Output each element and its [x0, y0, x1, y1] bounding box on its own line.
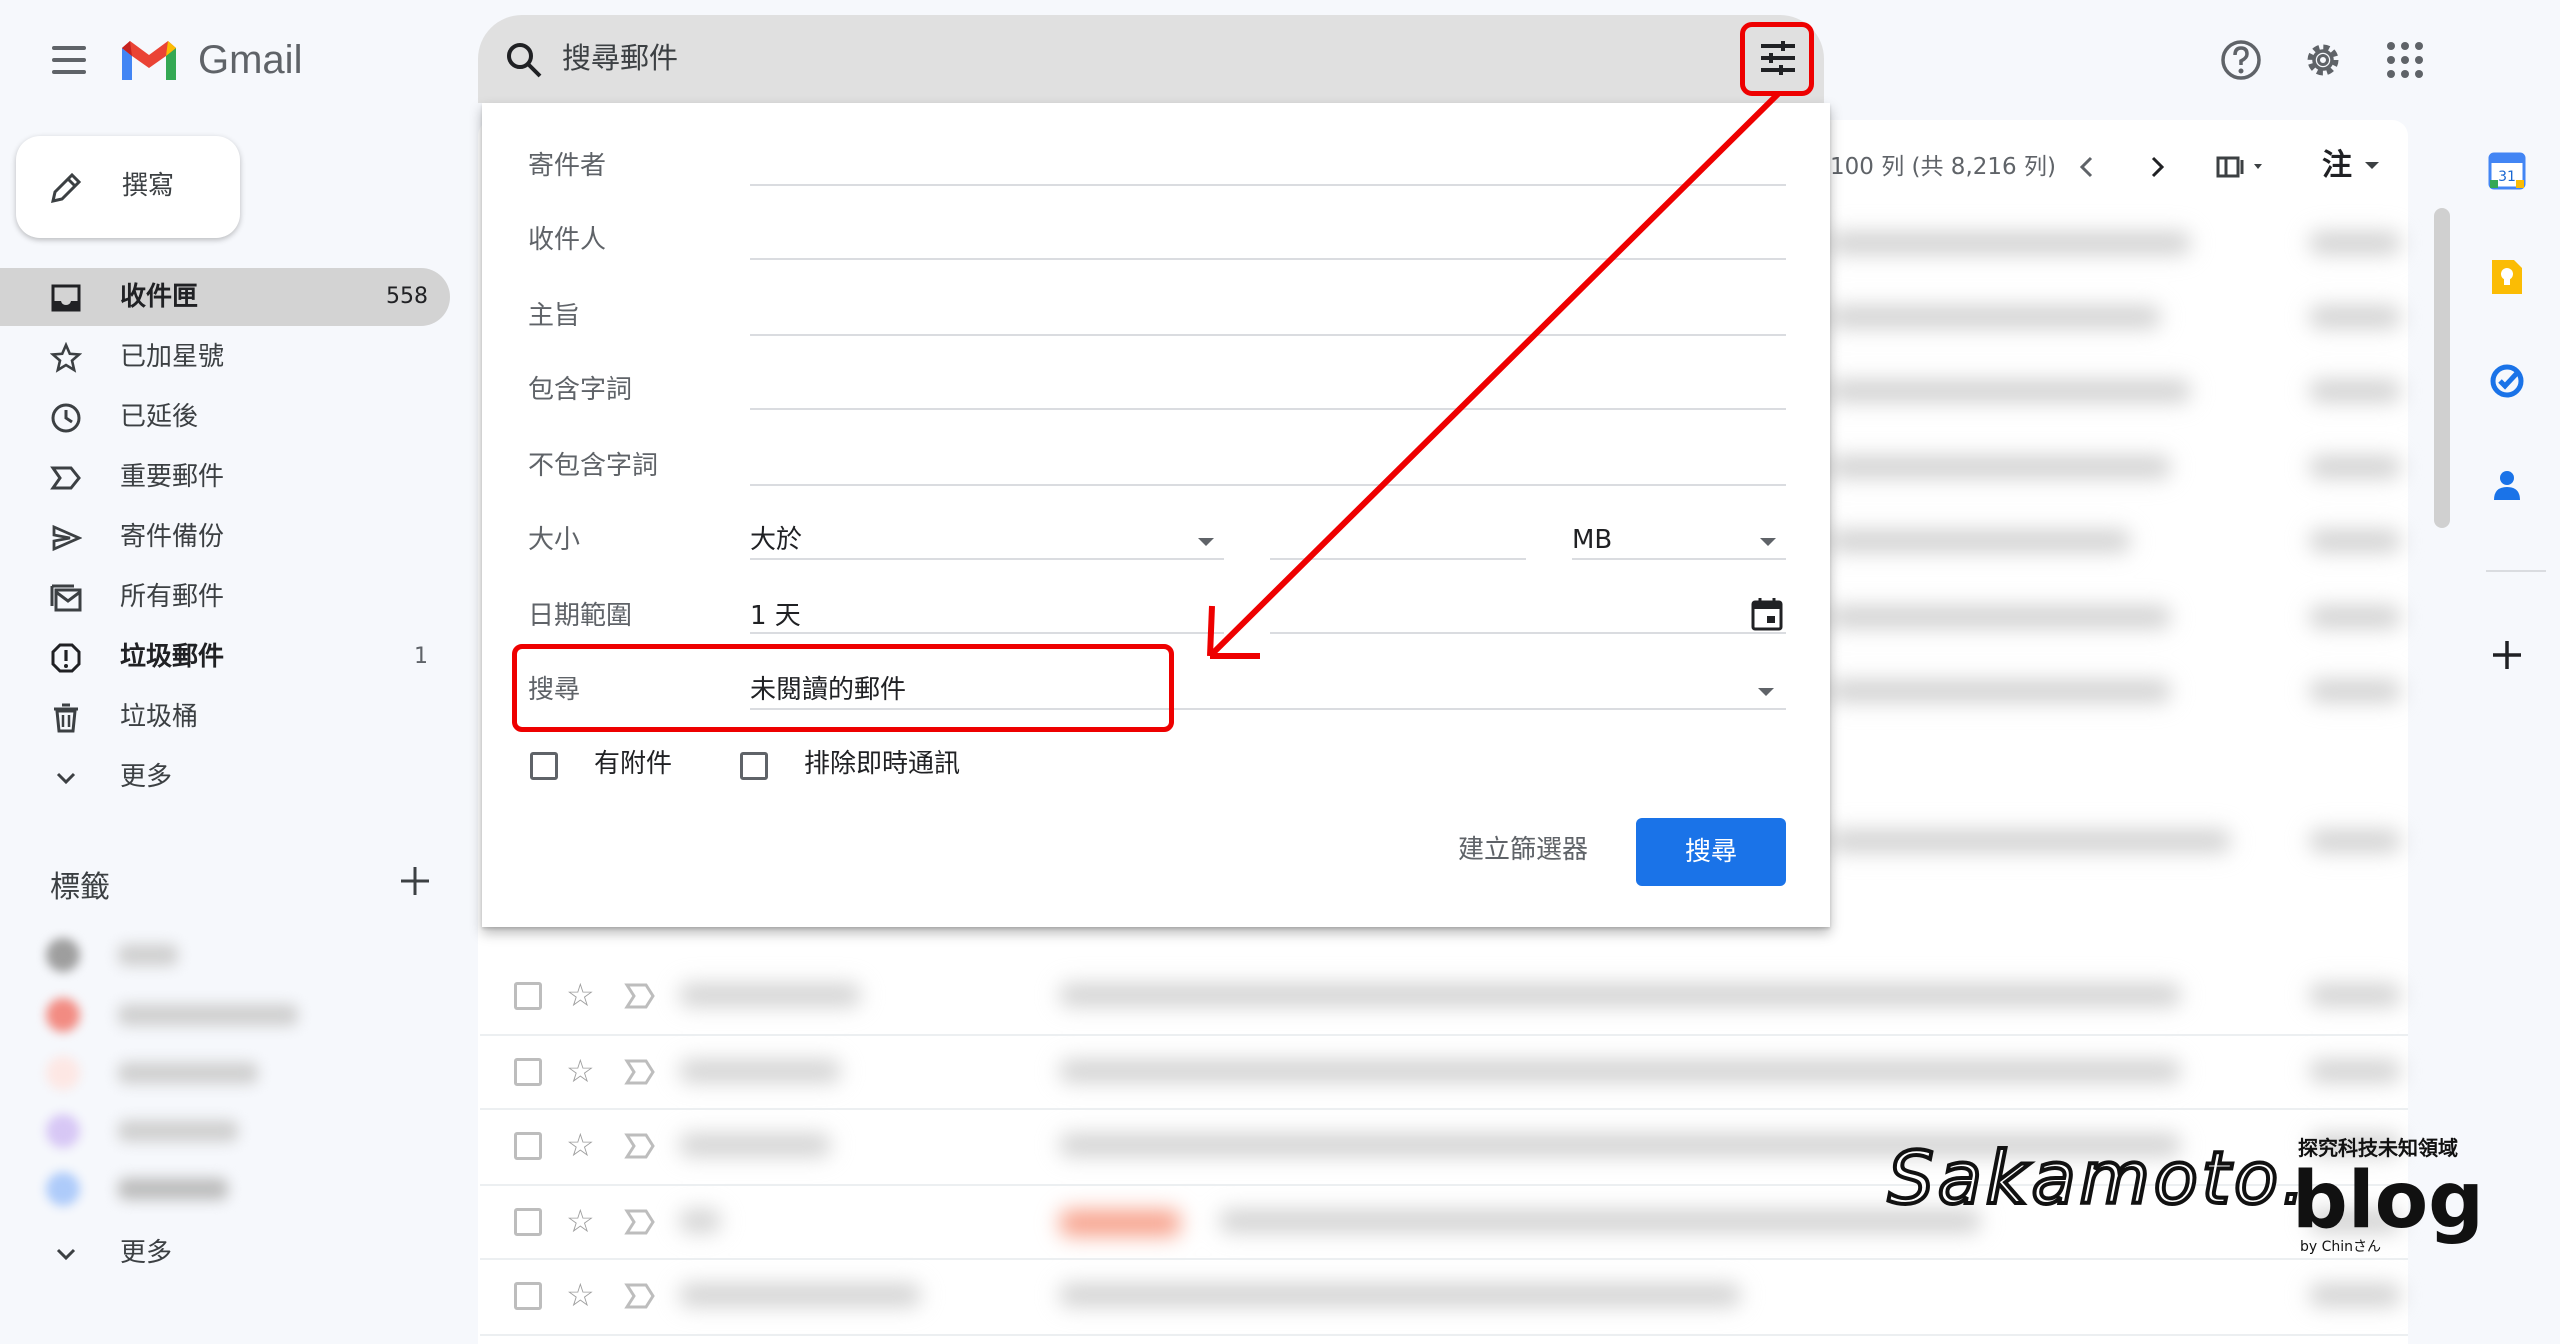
sidebar-item-more[interactable]: 更多	[0, 748, 450, 806]
labels-heading: 標籤	[50, 870, 110, 905]
all-mail-icon	[50, 584, 82, 612]
row-checkbox[interactable]	[514, 1282, 542, 1310]
important-icon	[50, 466, 81, 490]
annotation-highlight-box	[512, 644, 1174, 732]
search-submit-button[interactable]: 搜尋	[1636, 818, 1786, 886]
get-addons-plus-icon[interactable]	[2488, 636, 2526, 674]
google-contacts-icon[interactable]	[2488, 466, 2526, 504]
annotation-arrow-icon	[1207, 91, 1781, 659]
watermark-brand: blog	[2292, 1156, 2484, 1246]
sidebar-item-sent[interactable]: 寄件備份	[0, 508, 450, 566]
newer-page-icon[interactable]	[2072, 152, 2102, 182]
important-marker-icon[interactable]	[624, 1132, 656, 1160]
sidebar-item-label: 寄件備份	[120, 522, 225, 552]
sidebar-item-starred[interactable]: 已加星號	[0, 328, 450, 386]
exclude-chats-label: 排除即時通訊	[804, 749, 961, 779]
sidebar-item-label: 重要郵件	[120, 462, 225, 492]
gmail-logo-icon[interactable]	[118, 36, 180, 84]
labels-more-label: 更多	[120, 1238, 173, 1268]
sidebar-item-important[interactable]: 重要郵件	[0, 448, 450, 506]
compose-label: 撰寫	[122, 171, 175, 201]
subject-label: 主旨	[528, 301, 581, 331]
watermark-tagline: 探究科技未知領域	[2298, 1136, 2458, 1160]
inbox-icon	[51, 284, 81, 312]
size-label: 大小	[528, 525, 581, 555]
chevron-down-icon[interactable]	[2362, 156, 2382, 176]
spam-report-icon	[51, 643, 81, 673]
star-icon[interactable]: ☆	[566, 1276, 595, 1314]
create-filter-button[interactable]: 建立篩選器	[1458, 832, 1588, 868]
no-words-label: 不包含字詞	[528, 451, 659, 481]
has-attachment-checkbox[interactable]	[530, 752, 558, 780]
show-search-options-button[interactable]	[1740, 22, 1814, 96]
svg-text:31: 31	[2498, 169, 2516, 185]
from-label: 寄件者	[528, 151, 607, 181]
chevron-down-icon[interactable]	[1758, 688, 1774, 696]
star-icon	[50, 342, 82, 373]
sidebar-item-inbox[interactable]: 收件匣 558	[0, 268, 450, 326]
size-operator-select[interactable]: 大於	[750, 522, 802, 558]
date-range-select[interactable]: 1 天	[750, 598, 801, 634]
mail-list-scrollbar[interactable]	[2434, 208, 2450, 528]
unread-count: 558	[386, 284, 428, 309]
star-icon[interactable]: ☆	[566, 1202, 595, 1240]
important-marker-icon[interactable]	[624, 982, 656, 1010]
settings-gear-icon[interactable]	[2300, 37, 2346, 83]
sidebar-item-spam[interactable]: 垃圾郵件 1	[0, 628, 450, 686]
rail-divider	[2486, 570, 2546, 572]
row-checkbox[interactable]	[514, 982, 542, 1010]
split-pane-toggle-icon[interactable]	[2216, 150, 2272, 184]
important-marker-icon[interactable]	[624, 1208, 656, 1236]
date-range-label: 日期範圍	[528, 601, 633, 631]
to-label: 收件人	[528, 225, 607, 255]
sakamoto-blog-watermark: Sakamoto. blog 探究科技未知領域 by Chinさん	[1886, 1134, 2484, 1256]
google-tasks-icon[interactable]	[2488, 362, 2526, 400]
labels-more[interactable]: 更多	[0, 1224, 450, 1282]
pagination-text: 100 列 (共 8,216 列)	[1830, 154, 2056, 180]
sidebar-item-snoozed[interactable]: 已延後	[0, 388, 450, 446]
has-words-label: 包含字詞	[528, 375, 633, 405]
sidebar-item-trash[interactable]: 垃圾桶	[0, 688, 450, 746]
apps-grid-icon[interactable]	[2382, 37, 2428, 83]
google-keep-icon[interactable]	[2488, 258, 2526, 296]
search-input[interactable]: 搜尋郵件	[562, 38, 678, 78]
sidebar-item-label: 所有郵件	[120, 582, 225, 612]
star-icon[interactable]: ☆	[566, 1126, 595, 1164]
search-icon[interactable]	[504, 40, 544, 80]
tune-icon	[1761, 41, 1795, 75]
chevron-down-icon	[56, 772, 76, 785]
sidebar-item-label: 已加星號	[120, 342, 225, 372]
chevron-down-icon	[56, 1248, 76, 1261]
older-page-icon[interactable]	[2142, 152, 2172, 182]
sidebar-item-label: 垃圾郵件	[120, 642, 225, 672]
input-tools-button[interactable]: 注	[2322, 146, 2352, 186]
trash-icon	[54, 703, 78, 733]
row-checkbox[interactable]	[514, 1058, 542, 1086]
gmail-wordmark: Gmail	[198, 38, 303, 82]
sidebar-item-label: 收件匣	[120, 282, 199, 312]
star-icon[interactable]: ☆	[566, 1052, 595, 1090]
sidebar-item-label: 更多	[120, 762, 173, 792]
unread-count: 1	[414, 644, 428, 669]
watermark-byline: by Chinさん	[2300, 1239, 2382, 1255]
important-marker-icon[interactable]	[624, 1282, 656, 1310]
sidebar-item-label: 已延後	[120, 402, 199, 432]
sidebar-item-all-mail[interactable]: 所有郵件	[0, 568, 450, 626]
sidebar-item-label: 垃圾桶	[120, 702, 199, 732]
important-marker-icon[interactable]	[624, 1058, 656, 1086]
has-attachment-label: 有附件	[594, 749, 673, 779]
main-menu-button[interactable]	[40, 40, 96, 80]
exclude-chats-checkbox[interactable]	[740, 752, 768, 780]
pencil-icon	[51, 172, 82, 203]
row-checkbox[interactable]	[514, 1208, 542, 1236]
google-calendar-icon[interactable]: 31	[2488, 152, 2526, 190]
row-checkbox[interactable]	[514, 1132, 542, 1160]
help-icon[interactable]	[2218, 37, 2264, 83]
clock-icon	[51, 403, 81, 433]
send-icon	[52, 524, 82, 552]
star-icon[interactable]: ☆	[566, 976, 595, 1014]
hamburger-icon	[52, 46, 86, 50]
add-label-icon[interactable]	[396, 862, 434, 900]
watermark-script: Sakamoto.	[1886, 1134, 2309, 1222]
